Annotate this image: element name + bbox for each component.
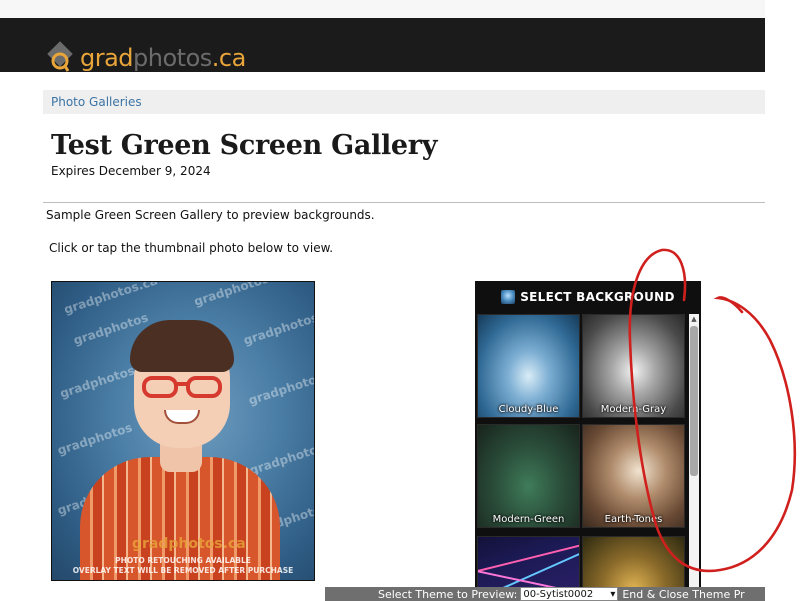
overlay-notice: OVERLAY TEXT WILL BE REMOVED AFTER PURCH… — [72, 566, 294, 575]
subject-glasses-right — [186, 376, 222, 398]
theme-select-label: Select Theme to Preview: — [378, 587, 518, 601]
background-label: Earth-Tones — [604, 514, 663, 525]
photo-watermark: gradphotos.ca — [192, 281, 290, 309]
subject-hair — [130, 320, 234, 372]
gallery-description: Sample Green Screen Gallery to preview b… — [46, 208, 375, 222]
laser-beam — [478, 537, 579, 577]
page-title: Test Green Screen Gallery — [51, 130, 438, 161]
background-thumb-modern-green[interactable]: Modern-Green — [477, 424, 580, 528]
gallery-instruction: Click or tap the thumbnail photo below t… — [49, 241, 334, 255]
theme-select-value: 00-Sytist0002 — [523, 588, 594, 600]
logo-icon — [46, 41, 78, 75]
photo-watermark: gradphotos — [247, 440, 315, 478]
scroll-up-icon[interactable]: ▲ — [689, 314, 699, 324]
background-label: Modern-Gray — [600, 404, 667, 415]
subject-glasses-left — [142, 376, 178, 398]
panel-header: SELECT BACKGROUND — [475, 281, 701, 313]
top-strip — [0, 0, 765, 18]
background-thumb-modern-gray[interactable]: Modern-Gray — [582, 314, 685, 418]
background-icon — [501, 290, 516, 304]
site-logo[interactable]: gradphotos.ca — [46, 40, 246, 76]
chevron-down-icon: ▾ — [610, 588, 616, 600]
select-background-panel: SELECT BACKGROUND Cloudy-Blue Modern-Gra… — [475, 281, 701, 591]
retouch-notice: PHOTO RETOUCHING AVAILABLE — [115, 556, 251, 565]
background-thumb-cloudy-blue[interactable]: Cloudy-Blue — [477, 314, 580, 418]
theme-select[interactable]: 00-Sytist0002 ▾ — [520, 587, 619, 601]
background-label: Modern-Green — [492, 514, 565, 525]
gallery-expiry: Expires December 9, 2024 — [51, 164, 211, 178]
photo-watermark: gradphotos — [241, 310, 315, 348]
photo-watermark-center: gradphotos.ca — [132, 536, 246, 552]
photo-watermark: gradphotos — [55, 420, 134, 458]
gallery-thumbnail-photo[interactable]: gradphotos.ca gradphotos.ca gradphotos g… — [51, 281, 315, 581]
background-label: Cloudy-Blue — [498, 404, 559, 415]
theme-preview-bar: Select Theme to Preview: 00-Sytist0002 ▾… — [325, 587, 765, 601]
divider — [43, 202, 765, 203]
logo-text: gradphotos.ca — [80, 44, 246, 72]
panel-scrollbar[interactable]: ▲ — [689, 314, 699, 591]
breadcrumb: Photo Galleries — [43, 90, 765, 114]
photo-watermark: gradphotos — [246, 370, 315, 408]
background-thumb-golden[interactable] — [582, 536, 685, 591]
background-thumb-lasers[interactable] — [477, 536, 580, 591]
end-close-theme-preview-button[interactable]: End & Close Theme Pr — [622, 588, 744, 601]
panel-title: SELECT BACKGROUND — [520, 290, 675, 304]
scroll-thumb[interactable] — [690, 326, 698, 476]
breadcrumb-photo-galleries-link[interactable]: Photo Galleries — [51, 95, 142, 109]
background-thumb-earth-tones[interactable]: Earth-Tones — [582, 424, 685, 528]
